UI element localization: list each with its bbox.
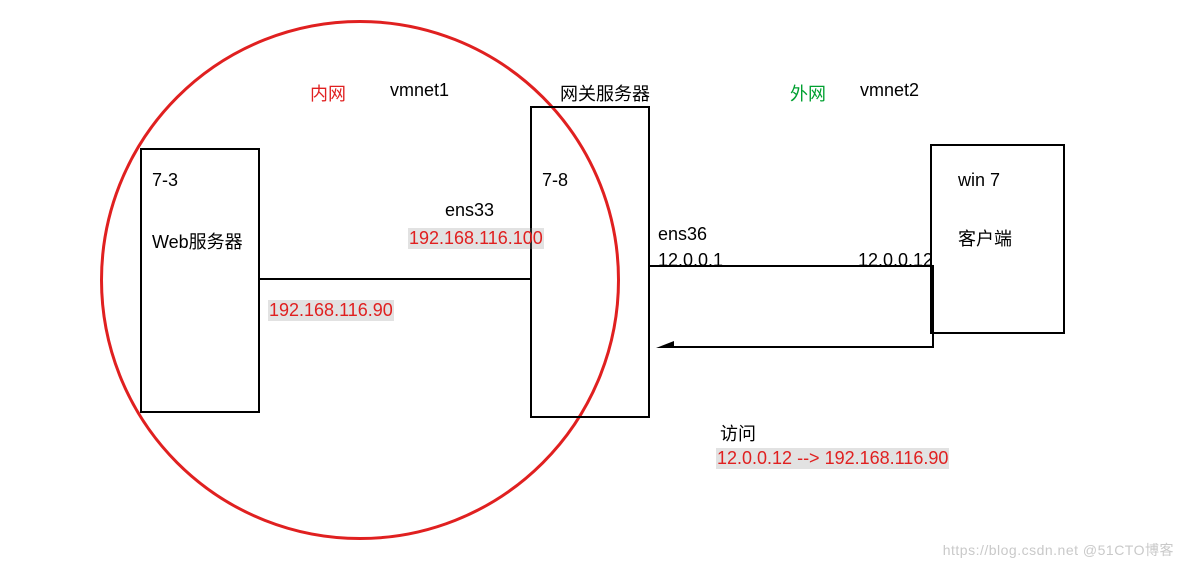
watermark-text: https://blog.csdn.net @51CTO博客 xyxy=(943,540,1174,560)
left-box-role: Web服务器 xyxy=(152,228,243,254)
arrowhead-icon xyxy=(656,341,674,348)
gateway-title: 网关服务器 xyxy=(560,80,650,106)
outer-net-label: 外网 xyxy=(790,80,826,106)
ens33-label: ens33 xyxy=(445,200,494,221)
gateway-box xyxy=(530,106,650,418)
line-left-mid xyxy=(260,278,530,280)
vmnet2-label: vmnet2 xyxy=(860,80,919,101)
left-box-id: 7-3 xyxy=(152,170,178,191)
line-right-down xyxy=(932,265,934,348)
right-ip: 12.0.0.12 xyxy=(858,250,933,271)
right-box-id: win 7 xyxy=(958,170,1000,191)
right-box-role: 客户端 xyxy=(958,225,1012,251)
access-label: 访问 xyxy=(720,420,756,446)
left-ip: 192.168.116.90 xyxy=(268,300,394,321)
access-route: 12.0.0.12 --> 192.168.116.90 xyxy=(716,448,949,469)
mid-box-id: 7-8 xyxy=(542,170,568,191)
ens36-label: ens36 xyxy=(658,224,707,245)
vmnet1-label: vmnet1 xyxy=(390,80,449,101)
ens36-ip: 12.0.0.1 xyxy=(658,250,723,271)
ens33-ip: 192.168.116.100 xyxy=(408,228,544,249)
line-arrow-shaft xyxy=(672,346,934,348)
inner-net-label: 内网 xyxy=(310,80,346,106)
